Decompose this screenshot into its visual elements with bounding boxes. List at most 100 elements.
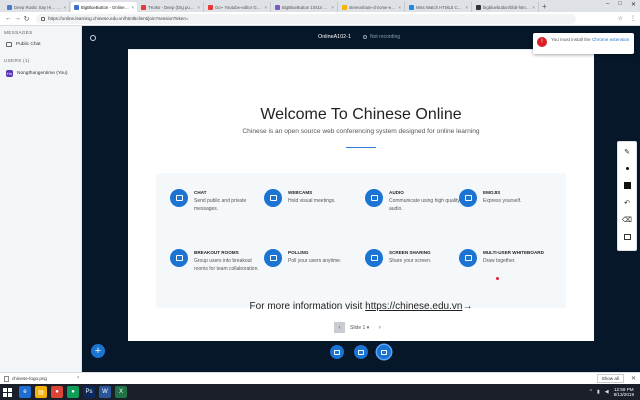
tab-close-icon[interactable]: × bbox=[532, 5, 535, 10]
pencil-tool-icon[interactable]: ✎ bbox=[621, 146, 633, 157]
thickness-dot-icon[interactable] bbox=[621, 163, 633, 174]
arrow-right-icon: → bbox=[462, 301, 473, 312]
join-audio-button[interactable] bbox=[330, 345, 344, 359]
undo-icon[interactable]: ↶ bbox=[621, 197, 633, 208]
notification-text: You must install the Chrome extension bbox=[551, 37, 630, 42]
chat-icon bbox=[170, 189, 188, 207]
lock-icon bbox=[41, 16, 45, 21]
address-bar[interactable]: https://online.learning.chinese.edu.vn/h… bbox=[36, 13, 576, 24]
volume-icon[interactable]: ◀ bbox=[605, 389, 609, 395]
slide-select[interactable]: Slide 1 ▾ bbox=[345, 322, 375, 333]
feature-description: Send public and private messages. bbox=[194, 198, 247, 212]
tab-close-icon[interactable]: × bbox=[398, 5, 401, 10]
tab-close-icon[interactable]: × bbox=[131, 5, 134, 10]
windows-start-icon[interactable] bbox=[3, 387, 12, 397]
bookmark-star-icon[interactable]: ☆ bbox=[618, 15, 623, 22]
tab-favicon-icon bbox=[141, 4, 146, 10]
audio-icon bbox=[365, 189, 383, 207]
taskbar-app-icon[interactable]: ● bbox=[51, 386, 63, 398]
share-screen-button[interactable] bbox=[377, 345, 391, 359]
actions-plus-button[interactable]: + bbox=[91, 344, 105, 358]
address-bar-row: ← → ↻ https://online.learning.chinese.ed… bbox=[0, 12, 640, 26]
show-all-downloads-button[interactable]: Show all bbox=[596, 374, 624, 383]
chat-bubble-icon bbox=[6, 42, 12, 47]
feature-description: Poll your users anytime. bbox=[288, 258, 342, 264]
record-icon bbox=[363, 35, 367, 39]
presentation-slide[interactable]: Welcome To Chinese Online Chinese is an … bbox=[128, 49, 594, 341]
color-square-icon[interactable] bbox=[621, 180, 633, 191]
window-controls: – □ ✕ bbox=[606, 1, 636, 8]
taskbar-app-icon[interactable]: X bbox=[115, 386, 127, 398]
tab-favicon-icon bbox=[275, 4, 280, 10]
multi-user-icon[interactable] bbox=[621, 231, 633, 242]
tab-title: Go~ Youtube-editor Gmail… bbox=[215, 4, 263, 10]
extension-notification[interactable]: ! You must install the Chrome extension bbox=[533, 33, 634, 54]
presenter-pointer bbox=[496, 277, 499, 280]
download-item[interactable]: chinese-logo.png ^ bbox=[4, 375, 79, 382]
new-tab-button[interactable]: + bbox=[542, 2, 547, 12]
user-list-item[interactable]: Ho Nongthangentime (You) bbox=[0, 67, 81, 80]
meeting-title: OnlineA102-1 bbox=[318, 34, 351, 40]
clear-icon[interactable]: ⌫ bbox=[621, 214, 633, 225]
browser-tab[interactable]: BigBlueButton 1041s sod × bbox=[272, 2, 338, 12]
browser-tab[interactable]: Go~ Youtube-editor Gmail…× bbox=[205, 2, 271, 12]
tab-favicon-icon bbox=[476, 4, 481, 10]
screen-sharing-icon bbox=[365, 249, 383, 267]
slide-footer: For more information visit https://chine… bbox=[128, 301, 594, 312]
browser-tab[interactable]: stereoshare-chrome-extens…× bbox=[339, 2, 405, 12]
browser-tab[interactable]: TKoks - Deep (Drg public… × bbox=[138, 2, 204, 12]
os-taskbar: e ▤ ● ● Ps W X ^ ▮ ◀ 12:59 PM 8/13/2019 bbox=[0, 384, 640, 400]
public-chat-item[interactable]: Public Chat bbox=[0, 39, 81, 50]
taskbar-app-icon[interactable]: Ps bbox=[83, 386, 95, 398]
user-name: Nongthangentime (You) bbox=[17, 71, 68, 76]
system-clock[interactable]: 12:59 PM 8/13/2019 bbox=[614, 387, 634, 398]
forward-button[interactable]: → bbox=[13, 15, 22, 22]
taskbar-app-icon[interactable]: ▤ bbox=[35, 386, 47, 398]
tab-title: bigbluebutton/bbb-html5… bbox=[483, 4, 531, 10]
close-downloads-button[interactable]: ✕ bbox=[631, 375, 636, 382]
taskbar-app-icon[interactable]: ● bbox=[67, 386, 79, 398]
clock-date: 8/13/2019 bbox=[613, 392, 634, 397]
tab-close-icon[interactable]: × bbox=[331, 5, 334, 10]
browser-menu-icon[interactable]: ⋮ bbox=[630, 15, 636, 22]
user-toggle-icon[interactable] bbox=[90, 35, 96, 41]
tab-close-icon[interactable]: × bbox=[465, 5, 468, 10]
taskbar-app-icon[interactable]: e bbox=[19, 386, 31, 398]
browser-tab[interactable]: Miss Watch HTML5 Chrome× bbox=[406, 2, 472, 12]
close-window-button[interactable]: ✕ bbox=[631, 1, 636, 8]
slide-subtitle: Chinese is an open source web conferenci… bbox=[242, 128, 480, 135]
maximize-button[interactable]: □ bbox=[618, 1, 622, 8]
share-webcam-button[interactable] bbox=[354, 345, 368, 359]
browser-tab[interactable]: Deep Rustic Say Hi… Full × bbox=[4, 2, 70, 12]
extension-link[interactable]: Chrome extension bbox=[592, 37, 629, 42]
taskbar-app-icon[interactable]: W bbox=[99, 386, 111, 398]
tab-favicon-icon bbox=[208, 4, 213, 10]
features-grid: CHAT Send public and private messages. WEB… bbox=[156, 173, 566, 308]
camera-icon bbox=[358, 349, 364, 355]
browser-tab[interactable]: BigBlueButton - OnlineA1 × bbox=[71, 2, 137, 12]
network-icon[interactable]: ▮ bbox=[597, 389, 600, 395]
recording-indicator[interactable]: Not recording bbox=[363, 34, 400, 40]
system-tray: ^ ▮ ◀ 12:59 PM 8/13/2019 bbox=[590, 387, 640, 398]
next-slide-button[interactable]: › bbox=[374, 322, 386, 333]
tab-favicon-icon bbox=[74, 4, 79, 10]
back-button[interactable]: ← bbox=[4, 15, 13, 22]
slide-navigation: ‹ Slide 1 ▾ › bbox=[334, 322, 386, 333]
tab-close-icon[interactable]: × bbox=[264, 5, 267, 10]
tab-title: Deep Rustic Say Hi… Full bbox=[14, 4, 62, 10]
chevron-up-icon[interactable]: ^ bbox=[77, 376, 79, 382]
tab-close-icon[interactable]: × bbox=[63, 5, 66, 10]
previous-slide-button[interactable]: ‹ bbox=[334, 322, 345, 333]
browser-toolbar: ☆ ⋮ bbox=[618, 15, 636, 22]
tab-title: BigBlueButton 1041s sod bbox=[282, 4, 330, 10]
browser-tab[interactable]: bigbluebutton/bbb-html5… × bbox=[473, 2, 539, 12]
footer-link[interactable]: https://chinese.edu.vn bbox=[365, 301, 462, 312]
minimize-button[interactable]: – bbox=[606, 1, 609, 8]
tab-favicon-icon bbox=[409, 4, 414, 10]
tab-title: TKoks - Deep (Drg public… bbox=[148, 4, 196, 10]
chevron-up-icon[interactable]: ^ bbox=[590, 389, 592, 395]
reload-button[interactable]: ↻ bbox=[22, 15, 31, 23]
tab-close-icon[interactable]: × bbox=[197, 5, 200, 10]
whiteboard-toolbar: ✎ ↶ ⌫ bbox=[617, 141, 637, 251]
messages-section-title: MESSAGES bbox=[4, 31, 33, 36]
